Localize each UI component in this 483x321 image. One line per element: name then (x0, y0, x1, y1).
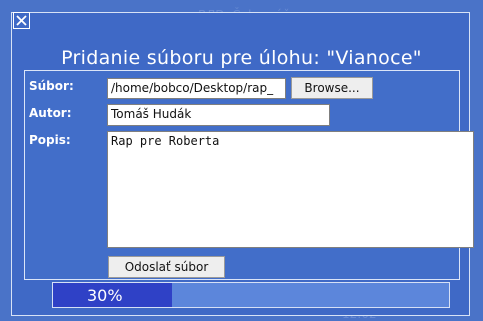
description-label: Popis: (29, 133, 71, 147)
close-icon (16, 15, 27, 26)
submit-file-button[interactable]: Odoslať súbor (108, 256, 225, 278)
author-label: Autor: (29, 106, 72, 120)
description-textarea[interactable]: Rap pre Roberta (107, 131, 474, 248)
upload-progress-label: 30% (87, 286, 123, 305)
author-input[interactable]: Tomáš Hudák (107, 104, 330, 126)
description-text: Rap pre Roberta (111, 134, 220, 148)
browse-button[interactable]: Browse... (291, 77, 373, 99)
file-path-input[interactable]: /home/bobco/Desktop/rap_ (107, 78, 286, 99)
dialog-title: Pridanie súboru pre úlohu: "Vianoce" (61, 47, 422, 69)
file-label: Súbor: (29, 79, 74, 93)
close-button[interactable] (13, 12, 30, 29)
upload-progress-bar: 30% (52, 282, 450, 308)
